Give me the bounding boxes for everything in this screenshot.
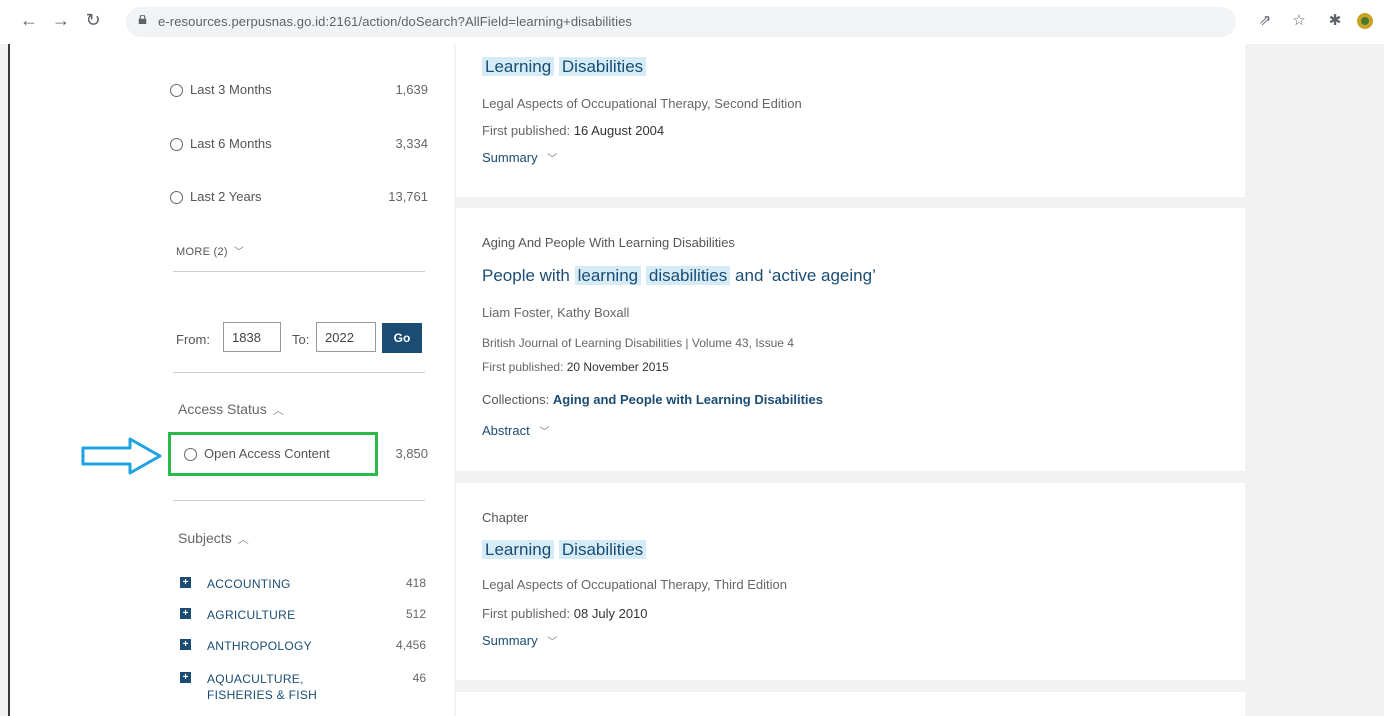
- share-icon[interactable]: ⇗: [1256, 12, 1274, 30]
- toggle-label: Summary: [482, 633, 538, 648]
- chevron-down-icon: ﹀: [539, 427, 550, 438]
- filter-count: 1,639: [395, 82, 428, 97]
- access-status-heading[interactable]: Access Status ︿: [178, 401, 284, 418]
- filter-last-3-months[interactable]: Last 3 Months 1,639: [170, 81, 428, 101]
- filter-count: 3,850: [395, 446, 428, 461]
- result-published: First published: 08 July 2010: [482, 606, 648, 621]
- address-bar[interactable]: e-resources.perpusnas.go.id:2161/action/…: [126, 7, 1236, 37]
- divider: [173, 271, 425, 272]
- url-text: e-resources.perpusnas.go.id:2161/action/…: [158, 14, 633, 29]
- toggle-label: Summary: [482, 150, 538, 165]
- title-text: and ‘active ageing’: [735, 266, 876, 285]
- highlight-term: Disabilities: [558, 57, 647, 76]
- from-year-input[interactable]: 1838: [223, 322, 281, 352]
- plus-square-icon[interactable]: +: [180, 577, 191, 588]
- more-filters-link[interactable]: MORE (2) ﹀: [176, 243, 244, 258]
- result-card: Aging And People With Learning Disabilit…: [456, 208, 1245, 471]
- divider: [173, 500, 425, 501]
- highlight-term: disabilities: [645, 266, 731, 285]
- annotation-arrow-icon: [81, 437, 162, 475]
- profile-avatar-icon[interactable]: [1356, 12, 1374, 30]
- filter-label: Last 3 Months: [190, 82, 272, 97]
- subject-count: 512: [405, 607, 426, 621]
- radio-button[interactable]: [170, 84, 183, 97]
- summary-toggle[interactable]: Summary ﹀: [482, 150, 557, 165]
- from-label: From:: [176, 332, 210, 347]
- plus-square-icon[interactable]: +: [180, 672, 191, 683]
- result-title-link[interactable]: Learning Disabilities: [482, 57, 647, 77]
- filter-count: 13,761: [388, 189, 428, 204]
- result-card: [456, 692, 1245, 716]
- filter-count: 3,334: [395, 136, 428, 151]
- published-date: 08 July 2010: [573, 606, 648, 621]
- reload-icon[interactable]: ↻: [82, 9, 104, 31]
- chevron-up-icon: ︿: [272, 405, 284, 417]
- subject-item[interactable]: + AQUACULTURE, FISHERIES & FISH 46: [180, 671, 426, 716]
- collection-link[interactable]: Aging and People with Learning Disabilit…: [553, 392, 823, 407]
- subject-label: AGRICULTURE: [207, 608, 296, 622]
- result-kicker[interactable]: Aging And People With Learning Disabilit…: [482, 235, 735, 250]
- subject-count: 46: [412, 671, 426, 685]
- subject-count: 418: [405, 576, 426, 590]
- section-title: Access Status: [178, 401, 267, 417]
- browser-toolbar: ← → ↻ e-resources.perpusnas.go.id:2161/a…: [0, 0, 1384, 45]
- filter-last-6-months[interactable]: Last 6 Months 3,334: [170, 135, 428, 155]
- published-label: First published:: [482, 123, 571, 138]
- result-card: Chapter Learning Disabilities Legal Aspe…: [456, 483, 1245, 680]
- result-source: Legal Aspects of Occupational Therapy, T…: [482, 577, 787, 592]
- abstract-toggle[interactable]: Abstract ﹀: [482, 423, 549, 438]
- result-authors[interactable]: Liam Foster, Kathy Boxall: [482, 305, 629, 320]
- published-label: First published:: [482, 606, 571, 621]
- result-collections: Collections: Aging and People with Learn…: [482, 392, 823, 407]
- star-icon[interactable]: ☆: [1290, 12, 1308, 30]
- subject-label: ANTHROPOLOGY: [207, 639, 312, 653]
- annotation-highlight-box: [168, 432, 378, 476]
- collections-label: Collections:: [482, 392, 550, 407]
- forward-arrow-icon[interactable]: →: [50, 9, 72, 31]
- result-journal[interactable]: British Journal of Learning Disabilities…: [482, 336, 794, 350]
- filter-label: Last 6 Months: [190, 136, 272, 151]
- radio-button[interactable]: [170, 191, 183, 204]
- chevron-up-icon: ︿: [237, 534, 249, 546]
- more-label: MORE (2): [176, 246, 228, 258]
- to-label: To:: [292, 332, 310, 347]
- result-kicker: Chapter: [482, 510, 529, 525]
- subject-count: 4,456: [395, 638, 426, 652]
- filter-label: Last 2 Years: [190, 189, 262, 204]
- plus-square-icon[interactable]: +: [180, 608, 191, 619]
- section-title: Subjects: [178, 530, 232, 546]
- puzzle-icon[interactable]: ✱: [1326, 12, 1344, 30]
- filter-last-2-years[interactable]: Last 2 Years 13,761: [170, 188, 428, 208]
- result-title-link[interactable]: People with learning disabilities and ‘a…: [482, 266, 876, 286]
- highlight-term: Learning: [482, 57, 555, 76]
- radio-button[interactable]: [170, 138, 183, 151]
- result-source: Legal Aspects of Occupational Therapy, S…: [482, 96, 802, 111]
- to-year-input[interactable]: 2022: [316, 322, 376, 352]
- chevron-down-icon: ﹀: [547, 637, 558, 648]
- toggle-label: Abstract: [482, 423, 530, 438]
- result-published: First published: 16 August 2004: [482, 123, 664, 138]
- title-text: People with: [482, 266, 570, 285]
- highlight-term: learning: [574, 266, 642, 285]
- published-date: 20 November 2015: [566, 360, 669, 374]
- published-date: 16 August 2004: [573, 123, 665, 138]
- subject-label: AQUACULTURE, FISHERIES & FISH: [207, 672, 318, 702]
- go-button[interactable]: Go: [382, 323, 422, 353]
- result-published: First published: 20 November 2015: [482, 360, 669, 374]
- result-title-link[interactable]: Learning Disabilities: [482, 540, 647, 560]
- chevron-down-icon: ﹀: [547, 154, 558, 165]
- published-label: First published:: [482, 360, 564, 374]
- subject-label: ACCOUNTING: [207, 577, 291, 591]
- summary-toggle[interactable]: Summary ﹀: [482, 633, 557, 648]
- subjects-heading[interactable]: Subjects ︿: [178, 530, 249, 547]
- result-card: Learning Disabilities Legal Aspects of O…: [456, 44, 1245, 197]
- lock-icon: [138, 15, 147, 24]
- highlight-term: Learning: [482, 540, 555, 559]
- divider: [173, 372, 425, 373]
- back-arrow-icon[interactable]: ←: [18, 9, 40, 31]
- chevron-down-icon: ﹀: [233, 247, 245, 258]
- highlight-term: Disabilities: [558, 540, 647, 559]
- plus-square-icon[interactable]: +: [180, 639, 191, 650]
